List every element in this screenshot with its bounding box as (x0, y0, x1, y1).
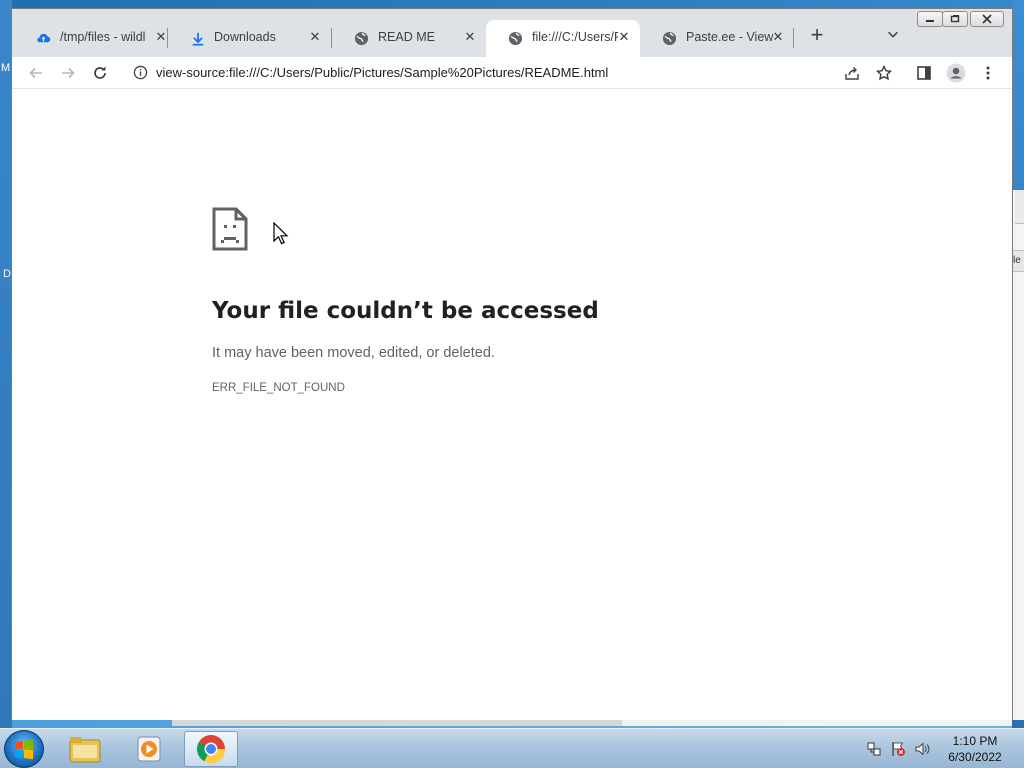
menu-button[interactable] (976, 62, 1000, 84)
desktop-icon-label: D (3, 268, 11, 280)
globe-icon (662, 31, 677, 46)
close-tab-icon[interactable]: ✕ (308, 30, 322, 44)
star-icon (876, 65, 892, 81)
background-window-toolbar (1015, 190, 1024, 224)
url-text: view-source:file:///C:/Users/Public/Pict… (156, 65, 609, 80)
chevron-down-icon (888, 31, 898, 38)
side-panel-icon (917, 66, 931, 80)
clock-date: 6/30/2022 (948, 750, 1002, 764)
tab-title: /tmp/files - wildl (60, 30, 146, 44)
kebab-menu-icon (986, 66, 990, 80)
sad-file-icon (212, 207, 248, 251)
avatar-icon (946, 63, 966, 83)
side-panel-button[interactable] (912, 62, 936, 84)
desktop-icon-label: M (1, 62, 11, 74)
close-tab-icon[interactable]: ✕ (771, 30, 785, 44)
close-tab-icon[interactable]: ✕ (154, 30, 168, 44)
tab-paste-ee[interactable]: Paste.ee - View p ✕ (640, 20, 794, 57)
error-code: ERR_FILE_NOT_FOUND (212, 382, 345, 394)
mouse-cursor-icon (273, 221, 289, 246)
restore-button[interactable] (942, 11, 968, 27)
tab-strip: /tmp/files - wildl ✕ Downloads ✕ READ ME… (12, 9, 1012, 57)
system-clock[interactable]: 1:10 PM 6/30/2022 (940, 733, 1010, 765)
new-tab-button[interactable]: + (806, 24, 828, 47)
share-button[interactable] (840, 62, 864, 84)
browser-window: /tmp/files - wildl ✕ Downloads ✕ READ ME… (11, 8, 1013, 720)
error-title: Your file couldn’t be accessed (212, 298, 599, 324)
globe-icon (508, 31, 523, 46)
tab-title: Downloads (214, 30, 276, 44)
tab-search-button[interactable] (886, 27, 902, 43)
forward-button[interactable] (56, 62, 80, 84)
close-tab-icon[interactable]: ✕ (617, 30, 631, 44)
taskbar-file-explorer[interactable] (58, 731, 112, 767)
restore-icon (950, 15, 960, 23)
taskbar-chrome[interactable] (184, 731, 238, 767)
tab-title: Paste.ee - View p (686, 30, 776, 44)
windows-logo-icon (15, 739, 33, 760)
reload-button[interactable] (88, 62, 112, 84)
tab-downloads[interactable]: Downloads ✕ (168, 20, 332, 57)
tab-wildfiles[interactable]: /tmp/files - wildl ✕ (14, 20, 168, 57)
page-content: Your file couldn’t be accessed It may ha… (12, 90, 1012, 720)
bookmark-button[interactable] (872, 62, 896, 84)
background-window-edge: le (1012, 190, 1024, 720)
tab-separator (793, 28, 794, 48)
folder-icon (69, 737, 101, 763)
profile-button[interactable] (944, 62, 968, 84)
close-window-button[interactable] (970, 11, 1004, 27)
site-info-icon[interactable] (133, 65, 149, 81)
media-player-icon (137, 736, 161, 762)
arrow-right-icon (62, 67, 75, 79)
background-window-label: le (1013, 250, 1024, 272)
back-button[interactable] (24, 62, 48, 84)
clock-time: 1:10 PM (952, 734, 998, 748)
error-message: It may have been moved, edited, or delet… (212, 345, 495, 361)
volume-icon[interactable] (912, 729, 932, 768)
chrome-icon (197, 735, 225, 763)
tab-file-active[interactable]: file:///C:/Users/P ✕ (486, 20, 640, 57)
minimize-button[interactable] (917, 11, 943, 27)
browser-toolbar: view-source:file:///C:/Users/Public/Pict… (12, 57, 1012, 89)
cloud-upload-icon (36, 31, 51, 46)
close-tab-icon[interactable]: ✕ (463, 30, 477, 44)
share-icon (845, 67, 859, 80)
minimize-icon (926, 20, 934, 22)
close-icon (982, 14, 992, 24)
taskbar-media-player[interactable] (122, 731, 176, 767)
taskbar: 1:10 PM 6/30/2022 (0, 728, 1024, 768)
start-button[interactable] (4, 730, 44, 768)
address-bar[interactable]: view-source:file:///C:/Users/Public/Pict… (125, 58, 922, 88)
tab-title: READ ME (378, 30, 435, 44)
action-center-flag-icon[interactable] (888, 729, 908, 768)
globe-icon (354, 31, 369, 46)
tab-title: file:///C:/Users/P (532, 30, 618, 44)
network-icon[interactable] (864, 729, 884, 768)
tab-read-me[interactable]: READ ME ✕ (332, 20, 486, 57)
reload-icon (94, 66, 106, 79)
arrow-left-icon (29, 67, 42, 79)
download-icon (190, 31, 205, 46)
